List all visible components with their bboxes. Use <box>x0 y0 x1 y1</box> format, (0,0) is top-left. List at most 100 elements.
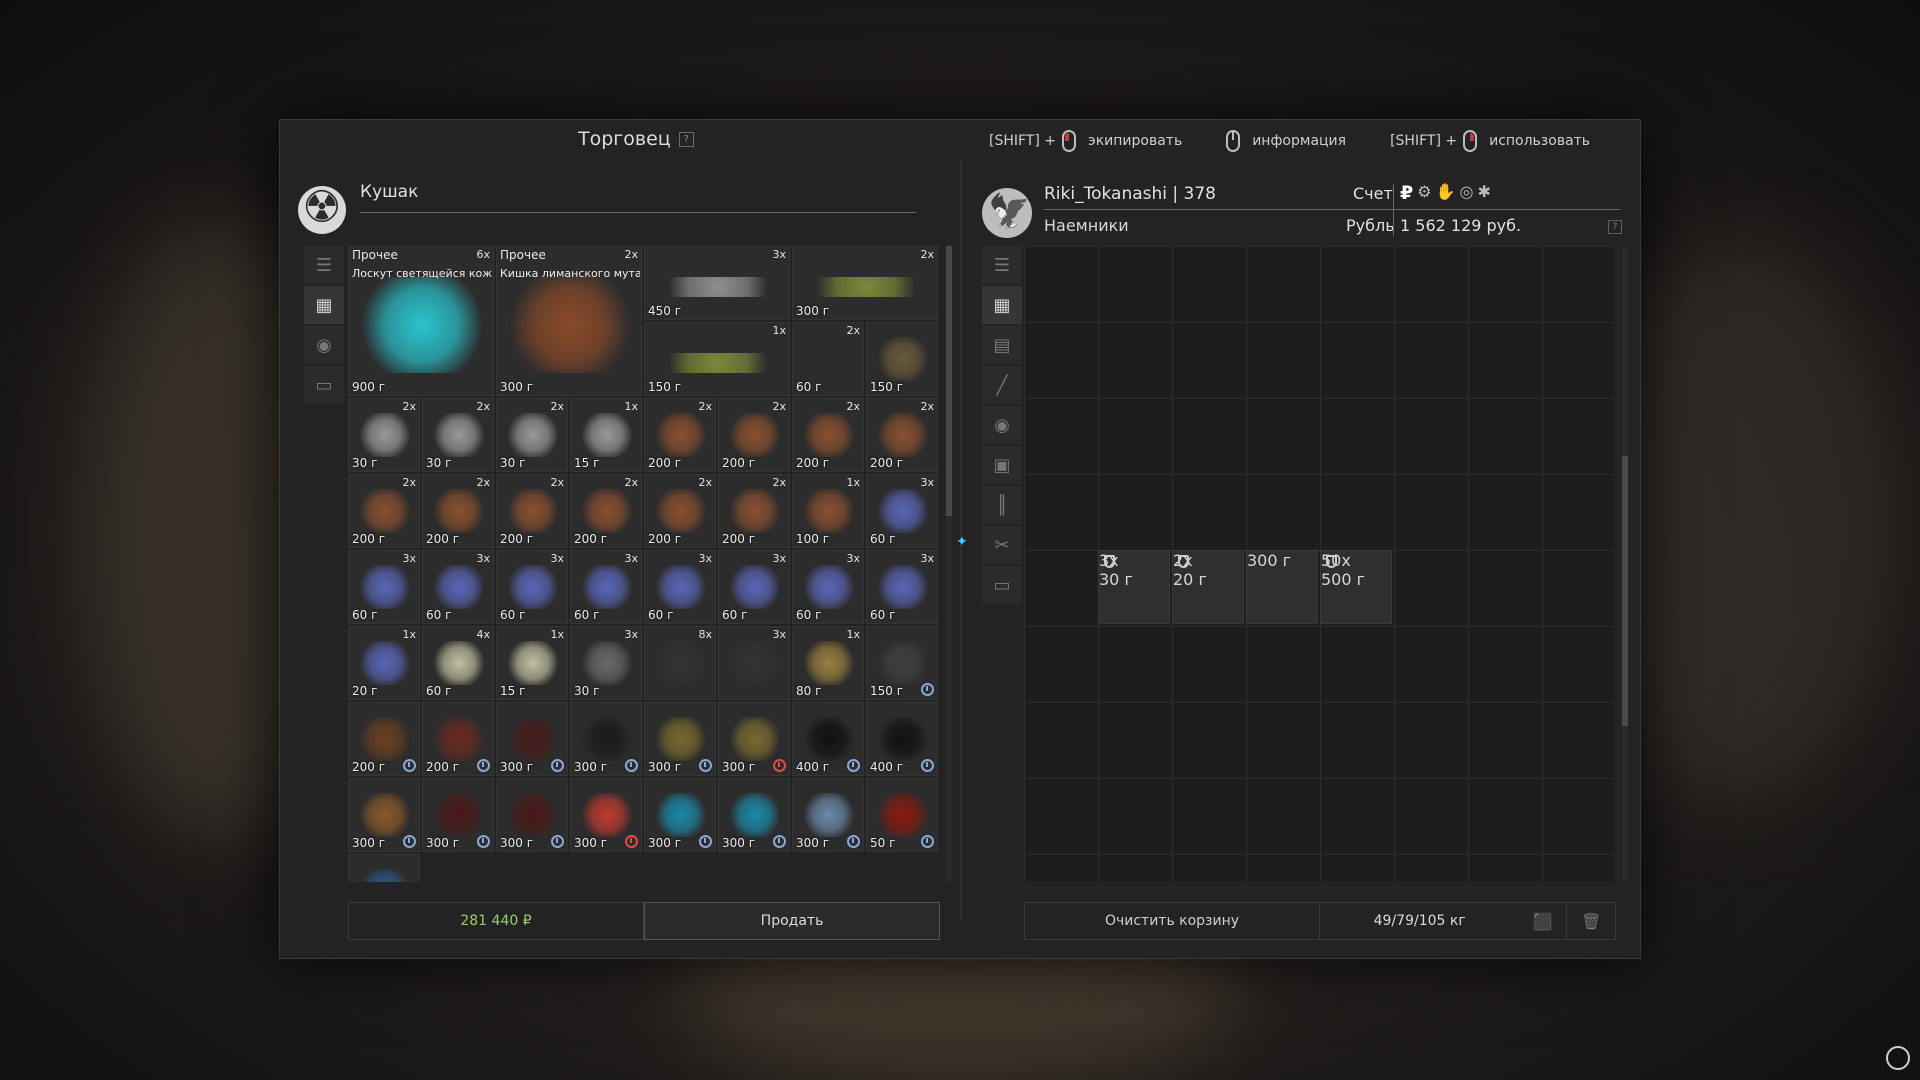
ammo-icon[interactable]: ║ <box>982 486 1022 524</box>
rifle-icon[interactable]: ╱ <box>982 366 1022 404</box>
sort-icon[interactable]: ☰ <box>304 246 344 284</box>
item-slot[interactable]: 3x 60 г <box>570 550 642 624</box>
item-slot[interactable]: 200 г <box>348 702 420 776</box>
item-slot[interactable]: 3x 60 г <box>792 550 864 624</box>
item-slot[interactable]: 1x 15 г <box>570 398 642 472</box>
help-icon[interactable]: ? <box>678 132 694 147</box>
item-slot[interactable]: 3x 60 г <box>866 550 938 624</box>
item-slot[interactable]: 400 г <box>792 702 864 776</box>
item-slot[interactable]: 2x 200 г <box>496 474 568 548</box>
item-slot[interactable]: 300 г <box>792 778 864 852</box>
item-slot[interactable]: 300 г <box>644 702 716 776</box>
item-slot[interactable]: 2x 200 г <box>792 398 864 472</box>
item-slot[interactable]: 2x 20 г <box>1172 550 1244 624</box>
item-slot[interactable]: 300 г <box>496 702 568 776</box>
item-slot[interactable]: 150 г <box>866 626 938 700</box>
scroll-thumb[interactable] <box>1622 456 1628 726</box>
item-slot[interactable]: 2x 30 г <box>422 398 494 472</box>
artifact-icon[interactable]: ◉ <box>304 326 344 364</box>
item-slot[interactable]: 300 г <box>718 702 790 776</box>
item-slot[interactable]: 2x 200 г <box>644 474 716 548</box>
item-slot[interactable]: 3x 60 г <box>718 550 790 624</box>
item-price: 60 г <box>648 608 674 622</box>
item-price: 200 г <box>574 532 608 546</box>
item-slot[interactable]: 50 г <box>866 778 938 852</box>
item-image <box>359 489 411 533</box>
item-slot[interactable]: 300 г <box>1246 550 1318 624</box>
item-slot[interactable]: 4x 60 г <box>422 626 494 700</box>
item-slot[interactable]: 1x 20 г <box>348 626 420 700</box>
item-slot[interactable]: 2x 200 г <box>644 398 716 472</box>
trader-footer: 281 440 ₽ Продать <box>348 902 940 940</box>
item-slot[interactable]: 3x 30 г <box>570 626 642 700</box>
item-slot[interactable]: 2x 200 г <box>348 474 420 548</box>
trash-icon[interactable]: 🗑 <box>1567 903 1615 939</box>
item-quantity: 2x <box>846 324 860 337</box>
archive-icon[interactable]: ▭ <box>982 566 1022 604</box>
item-slot[interactable]: 2x 30 г <box>496 398 568 472</box>
item-slot[interactable]: 300 г <box>570 778 642 852</box>
sort-icon[interactable]: ☰ <box>982 246 1022 284</box>
item-slot[interactable]: 2x 200 г <box>422 474 494 548</box>
item-slot[interactable]: 2x 200 г <box>866 398 938 472</box>
weapon-icon[interactable]: ▤ <box>982 326 1022 364</box>
item-slot[interactable]: 2x 200 г <box>718 398 790 472</box>
item-slot[interactable]: 300 г <box>422 778 494 852</box>
hand-icon[interactable]: ✋ <box>1436 182 1456 204</box>
item-slot[interactable]: 3x 60 г <box>422 550 494 624</box>
coin-icon[interactable]: ◎ <box>1460 182 1474 204</box>
item-slot[interactable]: 3x <box>718 626 790 700</box>
sell-button[interactable]: Продать <box>644 902 940 940</box>
item-slot[interactable]: 2x 30 г <box>348 398 420 472</box>
cart-scrollbar[interactable] <box>1622 246 1628 882</box>
item-slot[interactable]: 150 г <box>866 322 938 396</box>
item-slot[interactable]: Прочее Лоскут светящейся кож... 6x 900 г <box>348 246 494 396</box>
artifact-icon[interactable]: ◉ <box>982 406 1022 444</box>
item-slot[interactable]: Прочее Кишка лиманского мута... 2x 300 г <box>496 246 642 396</box>
item-price: 300 г <box>352 836 386 850</box>
item-slot[interactable]: 8x <box>644 626 716 700</box>
item-slot[interactable]: 3x 60 г <box>866 474 938 548</box>
item-slot[interactable]: 1x 100 г <box>792 474 864 548</box>
trader-scrollbar[interactable] <box>946 246 952 882</box>
gear-icon[interactable]: ⚙ <box>1417 182 1431 204</box>
item-slot[interactable]: 3x 60 г <box>348 550 420 624</box>
clear-cart-button[interactable]: Очистить корзину <box>1025 903 1320 939</box>
item-slot[interactable]: 50x 500 г <box>1320 550 1392 624</box>
item-slot[interactable]: 300 г <box>496 778 568 852</box>
grid-icon[interactable]: ▦ <box>982 286 1022 324</box>
container-icon[interactable]: ▣ <box>982 446 1022 484</box>
item-category: Прочее <box>500 248 546 262</box>
item-slot[interactable]: 1x 150 г <box>644 322 790 396</box>
item-image <box>729 641 781 685</box>
item-image <box>507 565 559 609</box>
item-slot[interactable]: 2x 300 г <box>792 246 938 320</box>
item-slot[interactable]: 1x 15 г <box>496 626 568 700</box>
item-slot[interactable]: 3x 60 г <box>496 550 568 624</box>
item-slot[interactable]: 400 г <box>866 702 938 776</box>
tools-icon[interactable]: ✂ <box>982 526 1022 564</box>
help-icon[interactable]: ? <box>1608 220 1622 234</box>
item-slot[interactable]: 1x 80 г <box>792 626 864 700</box>
item-slot[interactable]: 300 г <box>348 778 420 852</box>
item-quantity: 2x <box>772 400 786 413</box>
scroll-thumb[interactable] <box>946 246 952 516</box>
item-slot[interactable]: 300 г <box>570 702 642 776</box>
item-slot[interactable]: 2x 200 г <box>570 474 642 548</box>
item-slot[interactable]: 300 г <box>644 778 716 852</box>
item-slot[interactable]: 200 г <box>422 702 494 776</box>
item-slot[interactable]: 3x 60 г <box>644 550 716 624</box>
item-quantity: 2x <box>402 400 416 413</box>
item-slot[interactable]: 3x 450 г <box>644 246 790 320</box>
mouse-right-icon <box>1463 130 1478 152</box>
chip-icon[interactable]: ✱ <box>1477 182 1490 204</box>
item-slot[interactable] <box>348 854 420 882</box>
item-slot[interactable]: 300 г <box>718 778 790 852</box>
item-slot[interactable]: 3x 30 г <box>1098 550 1170 624</box>
archive-icon[interactable]: ▭ <box>304 366 344 404</box>
ruble-icon[interactable]: ₽ <box>1400 182 1413 204</box>
grid-icon[interactable]: ▦ <box>304 286 344 324</box>
item-slot[interactable]: 2x 200 г <box>718 474 790 548</box>
item-slot[interactable]: 2x 60 г <box>792 322 864 396</box>
item-image <box>655 489 707 533</box>
